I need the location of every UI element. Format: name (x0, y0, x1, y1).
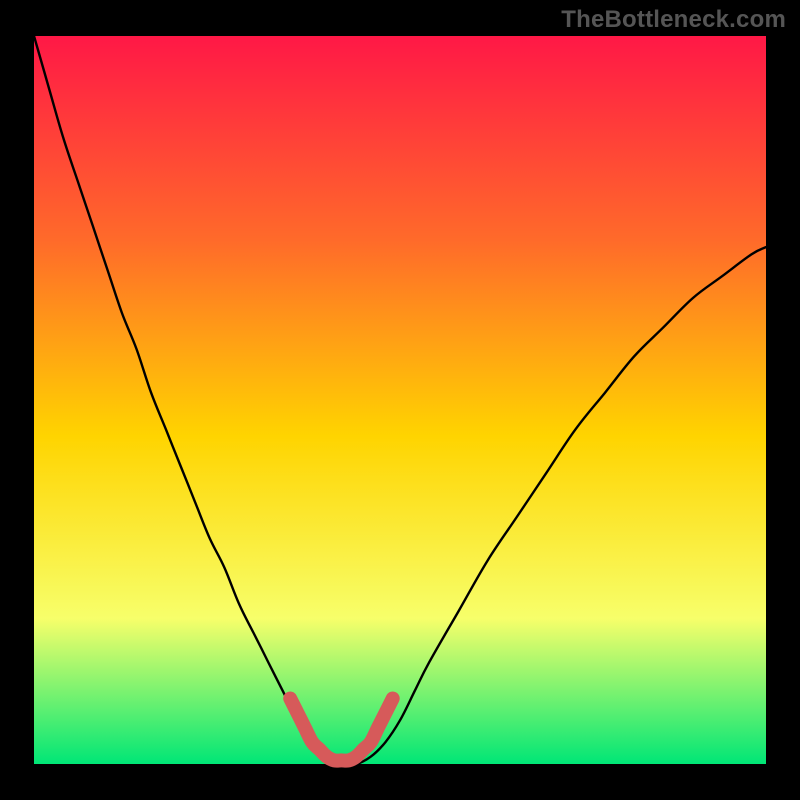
plot-area (34, 36, 766, 764)
chart-svg (0, 0, 800, 800)
chart-stage: TheBottleneck.com (0, 0, 800, 800)
watermark-text: TheBottleneck.com (561, 6, 786, 34)
